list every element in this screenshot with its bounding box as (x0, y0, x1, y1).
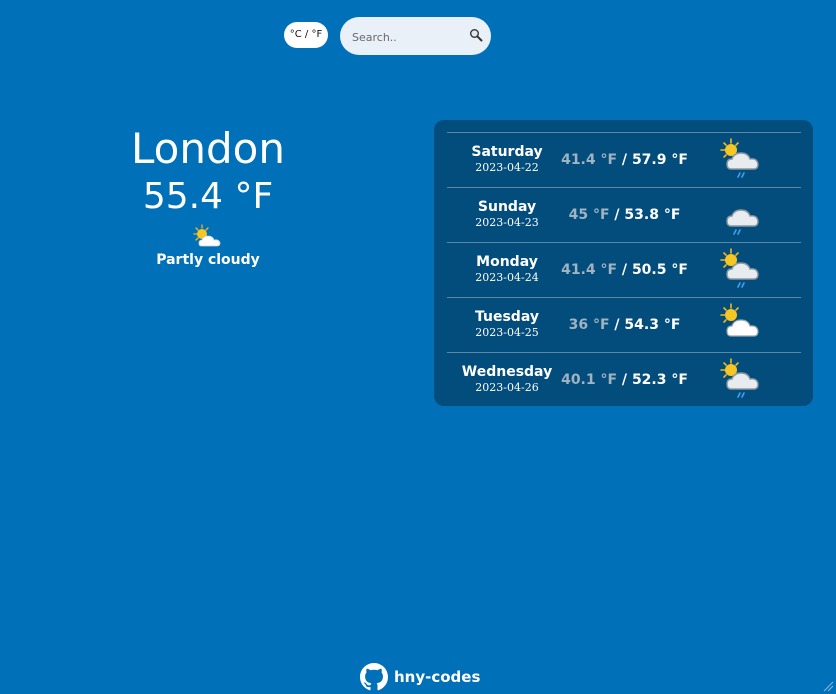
current-temperature: 55.4 °F (142, 176, 274, 217)
forecast-temps: 41.4 °F / 50.5 °F (561, 262, 688, 278)
footer-label: hny-codes (394, 668, 481, 686)
unit-toggle-button[interactable]: °C / °F (284, 22, 328, 48)
github-link[interactable]: hny-codes (360, 662, 480, 692)
forecast-temps: 41.4 °F / 57.9 °F (561, 152, 688, 168)
forecast-temps: 45 °F / 53.8 °F (568, 207, 681, 223)
forecast-temps: 40.1 °F / 52.3 °F (561, 372, 688, 388)
sun-cloud-rain-icon (720, 138, 759, 178)
forecast-day: Saturday (471, 144, 543, 160)
forecast-temps: 36 °F / 54.3 °F (568, 317, 681, 333)
current-weather: London 55.4 °F Partly cloudy (108, 122, 308, 268)
search-input[interactable] (350, 26, 464, 48)
forecast-low: 45 °F (568, 207, 610, 223)
sun-cloud-icon (720, 303, 759, 337)
forecast-date: 2023-04-23 (475, 216, 539, 229)
forecast-panel: Saturday 2023-04-22 41.4 °F / 57.9 °F Su… (434, 120, 813, 406)
sun-cloud-rain-icon (720, 358, 759, 398)
forecast-row: Monday 2023-04-24 41.4 °F / 50.5 °F (447, 242, 801, 297)
forecast-date: 2023-04-26 (475, 381, 539, 394)
forecast-row: Wednesday 2023-04-26 40.1 °F / 52.3 °F (447, 352, 801, 407)
forecast-high: 57.9 °F (631, 152, 688, 168)
forecast-row: Sunday 2023-04-23 45 °F / 53.8 °F (447, 187, 801, 242)
forecast-row: Saturday 2023-04-22 41.4 °F / 57.9 °F (447, 132, 801, 187)
cloud-rain-icon (726, 209, 759, 235)
forecast-high: 50.5 °F (631, 262, 688, 278)
condition-text: Partly cloudy (156, 252, 260, 268)
forecast-date: 2023-04-24 (475, 271, 539, 284)
search-box (340, 17, 491, 55)
forecast-low: 41.4 °F (561, 152, 618, 168)
sun-cloud-rain-icon (720, 248, 759, 288)
forecast-row: Tuesday 2023-04-25 36 °F / 54.3 °F (447, 297, 801, 352)
forecast-high: 53.8 °F (624, 207, 681, 223)
forecast-day: Wednesday (461, 364, 553, 380)
forecast-high: 52.3 °F (631, 372, 688, 388)
resize-grip-icon[interactable] (822, 680, 834, 692)
forecast-low: 40.1 °F (561, 372, 618, 388)
github-icon (360, 663, 388, 691)
forecast-day: Monday (476, 254, 538, 270)
city-name: London (131, 124, 285, 173)
forecast-low: 36 °F (568, 317, 610, 333)
forecast-high: 54.3 °F (624, 317, 681, 333)
forecast-low: 41.4 °F (561, 262, 618, 278)
forecast-day: Tuesday (475, 309, 539, 325)
forecast-date: 2023-04-25 (475, 326, 539, 339)
search-icon[interactable] (469, 28, 483, 42)
forecast-day: Sunday (477, 199, 537, 215)
partly-cloudy-icon (193, 224, 221, 247)
forecast-date: 2023-04-22 (475, 161, 539, 174)
